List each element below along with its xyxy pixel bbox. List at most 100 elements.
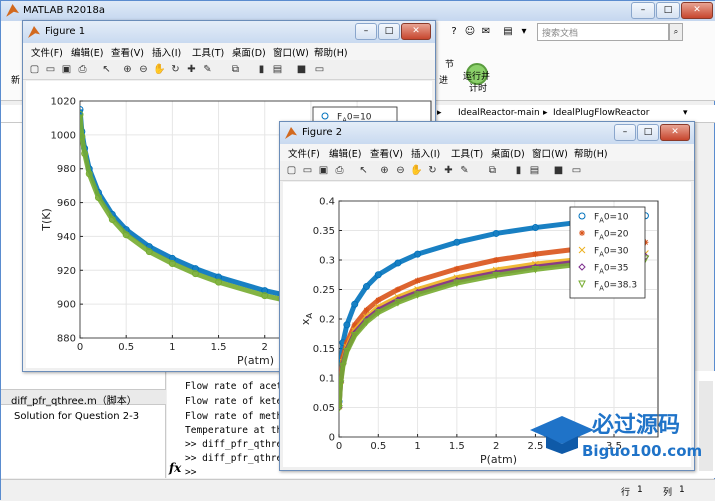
filter-icon[interactable]: ▾ [517, 25, 531, 39]
maximize-button[interactable]: □ [656, 2, 680, 19]
fig1-y-tick-label: 900 [57, 300, 76, 311]
fig1-y-tick-label: 980 [57, 164, 76, 175]
fig2-y-tick-label: 0.15 [313, 344, 335, 355]
new-figure-icon[interactable]: ▢ [285, 164, 298, 177]
data-cursor-icon[interactable]: ✚ [442, 164, 455, 177]
command-prompt[interactable]: >> [185, 467, 196, 478]
fig1-x-tick-label: 0.5 [118, 342, 134, 353]
hide-plot-tools-icon[interactable]: ■ [295, 63, 308, 76]
menu-file[interactable]: 文件(F) [288, 146, 320, 160]
search-documentation-input[interactable]: 搜索文档 [537, 23, 669, 41]
menu-help[interactable]: 帮助(H) [314, 45, 348, 59]
fig1-x-tick-label: 1.5 [211, 342, 227, 353]
fig2-data-point [493, 257, 500, 263]
save-icon[interactable]: ▣ [317, 164, 330, 177]
path-dropdown-icon[interactable]: ▾ [683, 108, 688, 118]
quick-access-icon[interactable]: ▤ [501, 25, 515, 39]
figure-1-close-button[interactable]: ✕ [401, 23, 431, 40]
search-icon[interactable]: ⌕ [669, 23, 683, 41]
request-support-icon[interactable]: ✉ [479, 25, 493, 39]
figure-1-toolbar: ▢ ▭ ▣ ⎙ ↖ ⊕ ⊖ ✋ ↻ ✚ ✎ ⧉ ▮ ▤ ■ ▭ [23, 60, 435, 80]
colorbar-icon[interactable]: ▮ [255, 63, 268, 76]
minimize-button[interactable]: – [631, 2, 655, 19]
help-icon[interactable]: ? [447, 25, 461, 39]
fig2-x-axis-label: P(atm) [480, 453, 517, 466]
figure-2-minimize-button[interactable]: – [614, 124, 636, 141]
figure-1-maximize-button[interactable]: □ [378, 23, 400, 40]
link-plot-icon[interactable]: ⧉ [229, 63, 242, 76]
fig2-y-tick-label: 0.1 [319, 374, 335, 385]
zoom-in-icon[interactable]: ⊕ [378, 164, 391, 177]
figure-2-title: Figure 2 [302, 127, 343, 138]
open-file-icon[interactable]: ▭ [44, 63, 57, 76]
brush-icon[interactable]: ✎ [458, 164, 471, 177]
brush-icon[interactable]: ✎ [201, 63, 214, 76]
zoom-in-icon[interactable]: ⊕ [121, 63, 134, 76]
menu-window[interactable]: 窗口(W) [532, 146, 568, 160]
fig2-y-tick-label: 0.2 [319, 315, 335, 326]
close-button[interactable]: ✕ [681, 2, 713, 19]
open-file-icon[interactable]: ▭ [301, 164, 314, 177]
zoom-out-icon[interactable]: ⊖ [137, 63, 150, 76]
fig1-x-axis-label: P(atm) [237, 354, 274, 367]
fig2-data-point [375, 297, 382, 304]
watermark: 必过源码 Biguo100.com [530, 412, 702, 460]
edit-plot-icon[interactable]: ↖ [100, 63, 113, 76]
run-and-time-label-2[interactable]: 计时 [469, 81, 487, 94]
fig2-x-tick-label: 1 [414, 441, 420, 452]
rotate-icon[interactable]: ↻ [426, 164, 439, 177]
fig2-x-tick-label: 0 [336, 441, 342, 452]
data-cursor-icon[interactable]: ✚ [185, 63, 198, 76]
zoom-out-icon[interactable]: ⊖ [394, 164, 407, 177]
menu-insert[interactable]: 插入(I) [411, 146, 440, 160]
save-icon[interactable]: ▣ [60, 63, 73, 76]
menu-help[interactable]: 帮助(H) [574, 146, 608, 160]
fig2-x-tick-label: 0.5 [370, 441, 386, 452]
menu-desktop[interactable]: 桌面(D) [232, 45, 266, 59]
show-plot-tools-icon[interactable]: ▭ [313, 63, 326, 76]
edit-plot-icon[interactable]: ↖ [357, 164, 370, 177]
community-icon[interactable]: ☺ [463, 25, 477, 39]
show-plot-tools-icon[interactable]: ▭ [570, 164, 583, 177]
advance-label: 进 [439, 76, 449, 86]
function-browser-icon[interactable]: fx [169, 461, 181, 475]
fig2-y-tick-label: 0.05 [313, 403, 335, 414]
print-icon[interactable]: ⎙ [76, 63, 89, 76]
fig2-y-tick-label: 0.4 [319, 197, 335, 208]
breadcrumb-item[interactable]: IdealPlugFlowReactor [553, 108, 649, 118]
pan-icon[interactable]: ✋ [410, 164, 423, 177]
menu-insert[interactable]: 插入(I) [152, 45, 181, 59]
fig2-x-tick-label: 1.5 [449, 441, 465, 452]
menu-desktop[interactable]: 桌面(D) [491, 146, 525, 160]
breadcrumb-item[interactable]: IdealReactor-main [458, 108, 540, 118]
details-file-name: diff_pfr_qthree.m（脚本） [1, 389, 166, 407]
menu-edit[interactable]: 编辑(E) [71, 45, 103, 59]
menu-window[interactable]: 窗口(W) [273, 45, 309, 59]
figure-1-minimize-button[interactable]: – [355, 23, 377, 40]
figure-2-menubar: 文件(F) 编辑(E) 查看(V) 插入(I) 工具(T) 桌面(D) 窗口(W… [280, 144, 694, 161]
fig2-y-tick-label: 0.3 [319, 256, 335, 267]
print-icon[interactable]: ⎙ [333, 164, 346, 177]
link-plot-icon[interactable]: ⧉ [486, 164, 499, 177]
col-label: 列 [663, 488, 673, 498]
hide-plot-tools-icon[interactable]: ■ [552, 164, 565, 177]
fig2-y-axis-label: xA [299, 313, 314, 326]
rotate-icon[interactable]: ↻ [169, 63, 182, 76]
figure-2-maximize-button[interactable]: □ [637, 124, 659, 141]
legend-icon[interactable]: ▤ [528, 164, 541, 177]
menu-edit[interactable]: 编辑(E) [329, 146, 361, 160]
pan-icon[interactable]: ✋ [153, 63, 166, 76]
new-figure-icon[interactable]: ▢ [28, 63, 41, 76]
fig1-y-tick-label: 880 [57, 334, 76, 345]
figure-2-close-button[interactable]: ✕ [660, 124, 690, 141]
menu-tools[interactable]: 工具(T) [192, 45, 224, 59]
menu-file[interactable]: 文件(F) [31, 45, 63, 59]
menu-view[interactable]: 查看(V) [370, 146, 403, 160]
menu-view[interactable]: 查看(V) [111, 45, 144, 59]
legend-icon[interactable]: ▤ [271, 63, 284, 76]
colorbar-icon[interactable]: ▮ [512, 164, 525, 177]
fig2-data-point [414, 277, 421, 284]
menu-tools[interactable]: 工具(T) [451, 146, 483, 160]
section-label: 节 [445, 60, 455, 70]
figure-2-toolbar: ▢ ▭ ▣ ⎙ ↖ ⊕ ⊖ ✋ ↻ ✚ ✎ ⧉ ▮ ▤ ■ ▭ [280, 161, 694, 181]
